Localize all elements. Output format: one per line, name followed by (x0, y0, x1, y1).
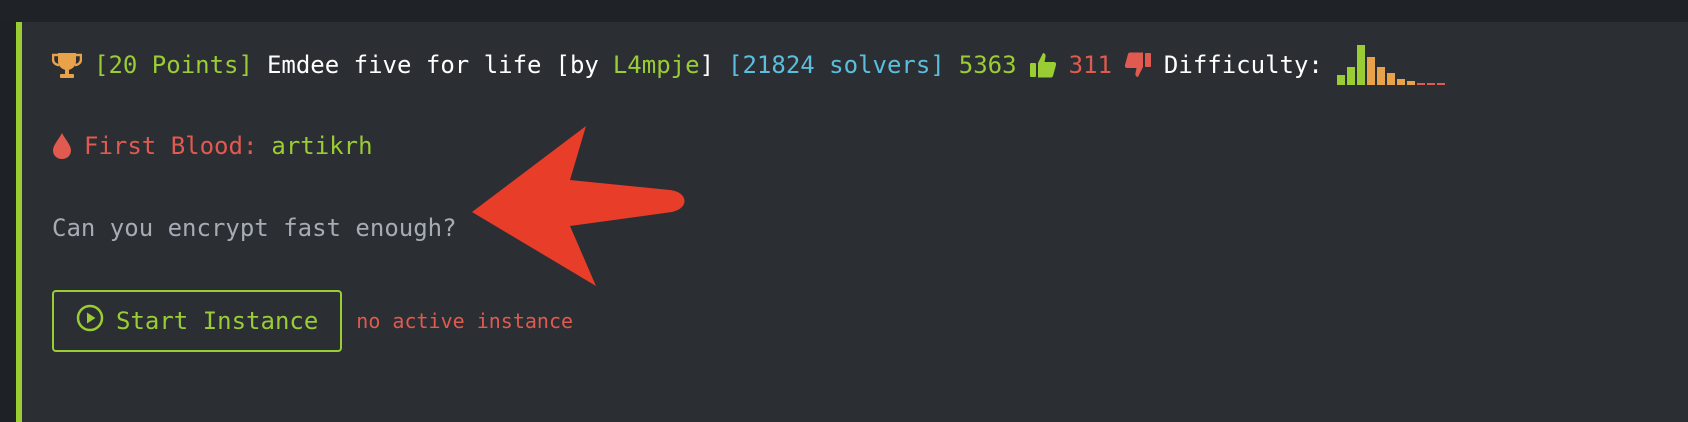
red-arrow-annotation (472, 126, 685, 286)
